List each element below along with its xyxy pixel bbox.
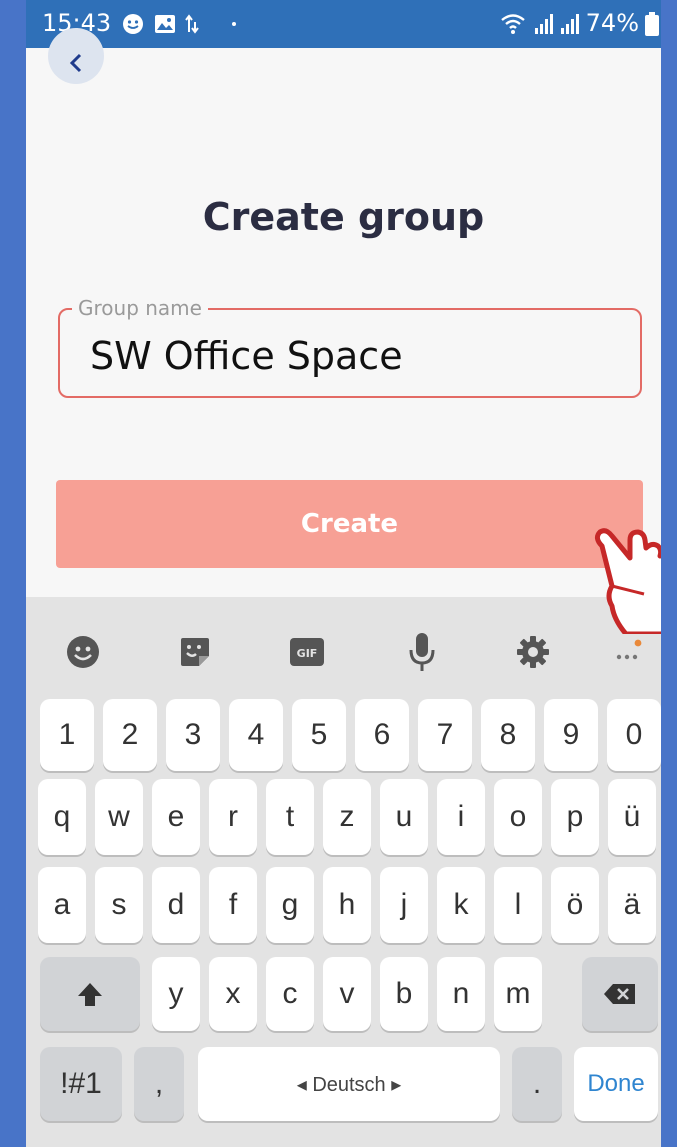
sticker-button[interactable] [170, 627, 220, 677]
key-y[interactable]: y [152, 957, 200, 1031]
key-7[interactable]: 7 [418, 699, 472, 771]
key-c[interactable]: c [266, 957, 314, 1031]
microphone-button[interactable] [397, 627, 447, 677]
gif-button[interactable]: GIF [282, 627, 332, 677]
back-button[interactable] [48, 28, 104, 84]
key-ü[interactable]: ü [608, 779, 656, 855]
key-g[interactable]: g [266, 867, 314, 943]
key-t[interactable]: t [266, 779, 314, 855]
key-b[interactable]: b [380, 957, 428, 1031]
settings-button[interactable] [508, 627, 558, 677]
image-notification-icon [155, 15, 175, 33]
comma-key[interactable]: , [134, 1047, 184, 1121]
shift-arrow-icon [78, 983, 102, 1006]
key-3[interactable]: 3 [166, 699, 220, 771]
battery-icon [645, 12, 659, 36]
key-i[interactable]: i [437, 779, 485, 855]
key-u[interactable]: u [380, 779, 428, 855]
backspace-key[interactable] [582, 957, 658, 1031]
key-a[interactable]: a [38, 867, 86, 943]
key-d[interactable]: d [152, 867, 200, 943]
emoji-button[interactable] [58, 627, 108, 677]
key-m[interactable]: m [494, 957, 542, 1031]
key-j[interactable]: j [380, 867, 428, 943]
key-q[interactable]: q [38, 779, 86, 855]
key-z[interactable]: z [323, 779, 371, 855]
status-bar: 15:43 74% [26, 0, 661, 48]
period-key[interactable]: . [512, 1047, 562, 1121]
more-dots-icon [616, 639, 642, 660]
shift-key[interactable] [40, 957, 140, 1031]
key-w[interactable]: w [95, 779, 143, 855]
signal-strength-2-icon [561, 14, 579, 34]
key-9[interactable]: 9 [544, 699, 598, 771]
page-title: Create group [202, 195, 485, 239]
symbols-key[interactable]: !#1 [40, 1047, 122, 1121]
group-name-input[interactable]: SW Office Space [90, 334, 403, 378]
key-r[interactable]: r [209, 779, 257, 855]
key-e[interactable]: e [152, 779, 200, 855]
key-5[interactable]: 5 [292, 699, 346, 771]
key-8[interactable]: 8 [481, 699, 535, 771]
more-options-button[interactable] [604, 627, 654, 677]
done-key[interactable]: Done [574, 1047, 658, 1121]
group-name-field[interactable]: Group name SW Office Space [58, 296, 642, 398]
key-k[interactable]: k [437, 867, 485, 943]
microphone-icon [409, 633, 435, 671]
battery-percentage: 74% [585, 9, 639, 37]
key-p[interactable]: p [551, 779, 599, 855]
group-name-label: Group name [72, 296, 208, 320]
key-n[interactable]: n [437, 957, 485, 1031]
more-notifications-dot-icon [232, 22, 236, 26]
create-button[interactable]: Create [56, 480, 643, 568]
key-s[interactable]: s [95, 867, 143, 943]
key-o[interactable]: o [494, 779, 542, 855]
key-ö[interactable]: ö [551, 867, 599, 943]
gear-icon [517, 636, 549, 668]
smiley-notification-icon [123, 14, 143, 34]
key-h[interactable]: h [323, 867, 371, 943]
emoji-icon [67, 636, 99, 668]
chevron-left-icon [69, 53, 82, 73]
pointing-hand-icon [594, 528, 661, 634]
phone-screen: 15:43 74% Create group Group name SW Off… [26, 0, 661, 1147]
wifi-icon [501, 14, 525, 34]
sticker-icon [181, 638, 209, 666]
key-2[interactable]: 2 [103, 699, 157, 771]
key-0[interactable]: 0 [607, 699, 661, 771]
backspace-icon [604, 984, 635, 1004]
signal-strength-icon [535, 14, 553, 34]
key-v[interactable]: v [323, 957, 371, 1031]
keyboard: GIF 1234567890 qwertzuiopü asdfghjklöä yxcv… [26, 597, 661, 1147]
key-4[interactable]: 4 [229, 699, 283, 771]
key-l[interactable]: l [494, 867, 542, 943]
key-ä[interactable]: ä [608, 867, 656, 943]
key-x[interactable]: x [209, 957, 257, 1031]
svg-text:GIF: GIF [297, 647, 318, 660]
key-1[interactable]: 1 [40, 699, 94, 771]
key-6[interactable]: 6 [355, 699, 409, 771]
key-f[interactable]: f [209, 867, 257, 943]
data-transfer-icon [185, 14, 199, 34]
space-key[interactable]: ◂ Deutsch ▸ [198, 1047, 500, 1121]
gif-icon: GIF [290, 638, 324, 666]
